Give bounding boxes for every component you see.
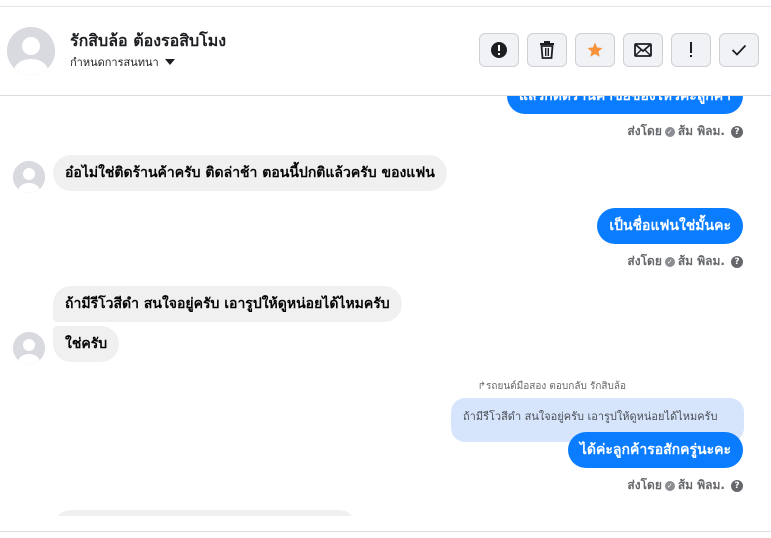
contact-name[interactable]: รักสิบล้อ ต้องรอสิบโมง	[70, 29, 226, 54]
caret-down-icon	[164, 59, 175, 65]
sent-by-label: ส่งโดย ✓ ส้ม พิลม. ?	[627, 252, 743, 271]
message-bubble-incoming[interactable]: ถ้ามีรีโวสีดำ สนใจอยู่ครับ เอารูปให้ดูหน…	[53, 286, 402, 322]
check-icon	[731, 44, 747, 56]
sent-by-text: ส่งโดย	[627, 124, 662, 138]
sender-name[interactable]: ส้ม พิลม.	[678, 252, 725, 271]
spam-button[interactable]	[671, 33, 711, 67]
page-icon: ✓	[664, 256, 675, 267]
message-bubble-outgoing[interactable]: เป็นชื่อแฟนใช่มั้นคะ	[597, 208, 743, 244]
assign-label: กำหนดการสนทนา	[70, 56, 159, 69]
message-thread[interactable]: แล้วก็ติดร้านค้าขยของไหวคะลูกค้า ส่งโดย …	[0, 96, 771, 516]
page-icon: ✓	[664, 126, 675, 137]
done-button[interactable]	[719, 33, 759, 67]
reply-indicator: ↱รถยนต์มือสอง ตอบกลับ รักสิบล้อ	[477, 381, 626, 392]
conversation-header: รักสิบล้อ ต้องรอสิบโมง กำหนดการสนทนา	[0, 7, 771, 96]
message-bubble-outgoing[interactable]: แล้วก็ติดร้านค้าขยของไหวคะลูกค้า	[506, 96, 743, 114]
composer-divider	[0, 531, 771, 532]
sent-by-label: ส่งโดย ✓ ส้ม พิลม. ?	[627, 476, 743, 495]
message-bubble-incoming[interactable]: อ๋อไม่ใช่ติดร้านค้าครับ ติดล่าช้า ตอนนี้…	[53, 155, 447, 191]
person-icon	[13, 161, 45, 193]
page-icon: ✓	[664, 480, 675, 491]
help-icon[interactable]: ?	[731, 125, 743, 138]
sender-name[interactable]: ส้ม พิลม.	[678, 122, 725, 141]
assign-conversation-dropdown[interactable]: กำหนดการสนทนา	[70, 53, 175, 71]
message-bubble-incoming[interactable]: ใช่ครับ	[53, 326, 120, 362]
trash-icon	[540, 41, 554, 59]
message-bubble-outgoing[interactable]: ได้ค่ะลูกค้ารอสักครู่นะคะ	[567, 432, 743, 468]
contact-avatar[interactable]	[7, 27, 55, 75]
alert-circle-icon	[491, 42, 507, 58]
delete-button[interactable]	[527, 33, 567, 67]
sent-by-text: ส่งโดย	[627, 478, 662, 492]
star-icon	[587, 42, 603, 57]
sent-by-label: ส่งโดย ✓ ส้ม พิลม. ?	[627, 122, 743, 141]
conversation-toolbar	[479, 33, 759, 67]
contact-avatar-small[interactable]	[13, 161, 45, 193]
envelope-icon	[634, 43, 652, 57]
mark-unread-button[interactable]	[623, 33, 663, 67]
person-icon	[7, 27, 55, 75]
sender-name[interactable]: ส้ม พิลม.	[678, 476, 725, 495]
person-icon	[13, 332, 45, 364]
help-icon[interactable]: ?	[731, 479, 743, 492]
help-icon[interactable]: ?	[731, 255, 743, 268]
contact-avatar-small[interactable]	[13, 332, 45, 364]
alert-button[interactable]	[479, 33, 519, 67]
star-button[interactable]	[575, 33, 615, 67]
sent-by-text: ส่งโดย	[627, 254, 662, 268]
exclamation-icon	[690, 42, 692, 57]
message-bubble-incoming-clipped[interactable]	[53, 510, 357, 516]
